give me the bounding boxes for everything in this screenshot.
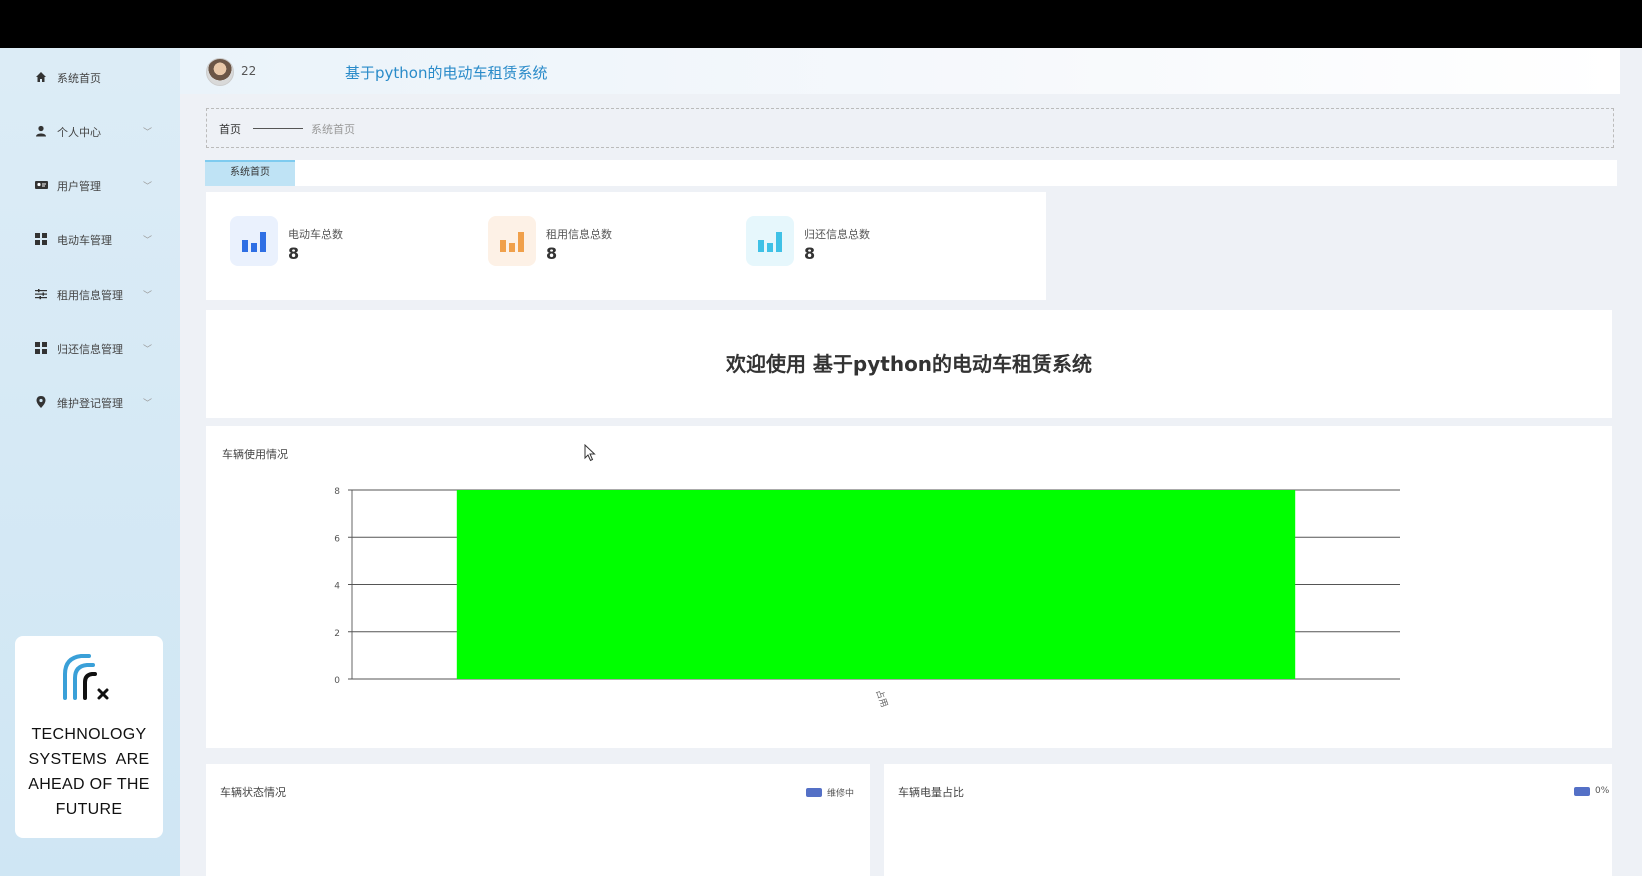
brand-line: TECHNOLOGY [31, 726, 147, 743]
stat-value: 8 [546, 244, 558, 263]
tabs-bar: 系统首页 [205, 160, 1617, 186]
users-icon [34, 179, 48, 193]
sidebar-item-label: 电动车管理 [57, 234, 112, 247]
x-tick-label: 占用 [873, 688, 890, 709]
bar-chart-icon [746, 216, 794, 266]
y-tick-label: 2 [334, 629, 340, 639]
brand-line: FUTURE [55, 801, 123, 818]
grid-icon [34, 342, 48, 356]
card-title: 车辆状态情况 [220, 786, 286, 799]
y-tick-label: 4 [334, 582, 340, 592]
sidebar-item-label: 归还信息管理 [57, 343, 123, 356]
legend-swatch [1574, 786, 1590, 796]
brand-card: TECHNOLOGY SYSTEMS ARE AHEAD OF THE FUTU… [15, 636, 163, 838]
y-tick-label: 8 [334, 487, 340, 497]
sidebar-item-profile[interactable]: 个人中心 ﹀ [0, 112, 180, 152]
stats-card: 电动车总数 8 租用信息总数 8 归还信息总数 8 [206, 192, 1046, 300]
y-tick-label: 0 [334, 676, 340, 686]
chevron-down-icon: ﹀ [143, 182, 153, 192]
stat-ebike-total: 电动车总数 8 [230, 216, 470, 270]
card-title: 车辆电量占比 [898, 786, 964, 799]
brand-slogan: TECHNOLOGY SYSTEMS ARE AHEAD OF THE FUTU… [15, 722, 163, 822]
sidebar-item-label: 系统首页 [57, 72, 101, 85]
stat-rental-total: 租用信息总数 8 [488, 216, 728, 270]
chevron-down-icon: ﹀ [143, 236, 153, 246]
chevron-down-icon: ﹀ [143, 345, 153, 355]
y-tick-label: 6 [334, 534, 340, 544]
stat-label: 租用信息总数 [546, 228, 612, 241]
grid-icon [34, 233, 48, 247]
sidebar-item-users[interactable]: 用户管理 ﹀ [0, 166, 180, 206]
vehicle-usage-chart: 0 2 4 6 8 占用 [334, 487, 1400, 709]
home-icon [34, 71, 48, 85]
tab-home[interactable]: 系统首页 [205, 160, 295, 186]
stat-label: 归还信息总数 [804, 228, 870, 241]
sidebar: 系统首页 个人中心 ﹀ 用户管理 ﹀ 电动车管理 ﹀ 租用信息管理 ﹀ 归还信息… [0, 48, 180, 876]
topbar: 22 基于python的电动车租赁系统 [180, 48, 1620, 94]
stat-value: 8 [804, 244, 816, 263]
bar-chart-icon [488, 216, 536, 266]
bar-chart-icon [230, 216, 278, 266]
stat-value: 8 [288, 244, 300, 263]
sidebar-item-returns[interactable]: 归还信息管理 ﹀ [0, 329, 180, 369]
user-icon [34, 125, 48, 139]
breadcrumb-home[interactable]: 首页 [219, 121, 241, 137]
stat-label: 电动车总数 [288, 228, 343, 241]
username[interactable]: 22 [241, 64, 256, 78]
sidebar-item-rentals[interactable]: 租用信息管理 ﹀ [0, 275, 180, 315]
main-content: 22 基于python的电动车租赁系统 首页 系统首页 系统首页 电动车总数 8 [180, 48, 1642, 876]
system-title: 基于python的电动车租赁系统 [345, 64, 548, 82]
stat-return-total: 归还信息总数 8 [746, 216, 986, 270]
sidebar-item-label: 用户管理 [57, 180, 101, 193]
sidebar-item-ebikes[interactable]: 电动车管理 ﹀ [0, 220, 180, 260]
legend-item[interactable]: 维修中 [806, 786, 854, 799]
sidebar-item-home[interactable]: 系统首页 [0, 58, 180, 98]
breadcrumb-current: 系统首页 [311, 123, 355, 136]
chevron-down-icon: ﹀ [143, 399, 153, 409]
bar [456, 490, 1296, 679]
legend-swatch [806, 788, 822, 797]
app-screen: 系统首页 个人中心 ﹀ 用户管理 ﹀ 电动车管理 ﹀ 租用信息管理 ﹀ 归还信息… [0, 48, 1642, 876]
chevron-down-icon: ﹀ [143, 128, 153, 138]
location-pin-icon [34, 396, 48, 410]
breadcrumb-separator [253, 128, 303, 129]
sidebar-item-label: 个人中心 [57, 126, 101, 139]
welcome-text: 欢迎使用 基于python的电动车租赁系统 [725, 352, 1093, 376]
chevron-down-icon: ﹀ [143, 291, 153, 301]
welcome-banner: 欢迎使用 基于python的电动车租赁系统 [206, 310, 1612, 418]
legend-label: 维修中 [827, 789, 855, 799]
sliders-icon [34, 288, 48, 302]
legend-item[interactable]: 0% [1574, 786, 1609, 796]
sidebar-item-maintenance[interactable]: 维护登记管理 ﹀ [0, 383, 180, 423]
vehicle-usage-chart-card: 车辆使用情况 0 2 4 6 8 占用 [206, 426, 1612, 748]
avatar[interactable] [206, 58, 234, 86]
wifi-x-logo [63, 654, 109, 700]
brand-line: SYSTEMS ARE [28, 751, 150, 768]
sidebar-item-label: 维护登记管理 [57, 397, 123, 410]
breadcrumb: 首页 系统首页 [206, 108, 1614, 148]
battery-ratio-card: 车辆电量占比 0% [884, 764, 1612, 876]
vehicle-status-card: 车辆状态情况 维修中 [206, 764, 870, 876]
legend-label: 0% [1595, 786, 1610, 796]
mouse-cursor-icon [584, 443, 596, 466]
brand-line: AHEAD OF THE [28, 776, 150, 793]
sidebar-item-label: 租用信息管理 [57, 289, 123, 302]
